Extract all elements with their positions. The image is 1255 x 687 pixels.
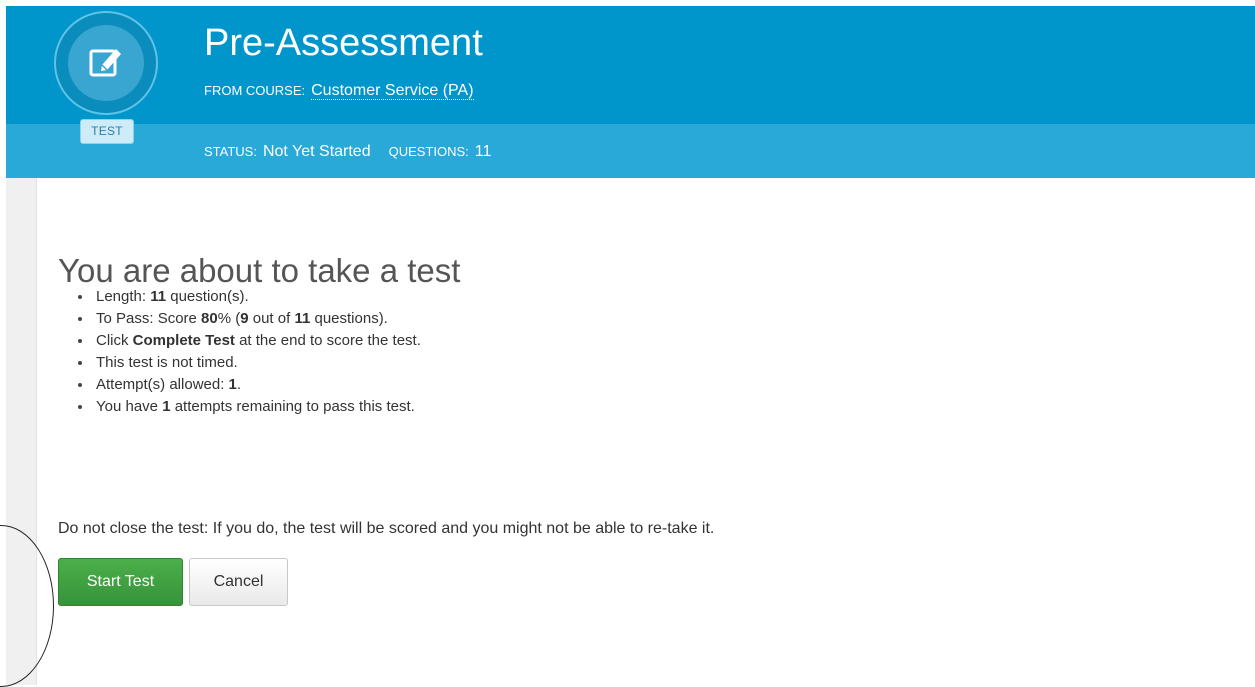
status-value: Not Yet Started (262, 143, 371, 160)
left-sidebar-strip (6, 178, 37, 685)
questions-value: 11 (474, 143, 492, 160)
cancel-button[interactable]: Cancel (189, 558, 288, 606)
instructions-heading: You are about to take a test (58, 252, 461, 290)
test-badge (54, 11, 158, 115)
course-link[interactable]: Customer Service (PA) (311, 82, 474, 100)
from-course-label: FROM COURSE: (204, 83, 306, 98)
list-item: Click Complete Test at the end to score … (78, 330, 421, 352)
page-title: Pre-Assessment (204, 22, 483, 64)
badge-inner-circle (68, 25, 144, 101)
from-course-line: FROM COURSE: Customer Service (PA) (204, 82, 474, 100)
test-type-badge: TEST (80, 119, 134, 144)
start-test-button[interactable]: Start Test (58, 558, 183, 606)
list-item: To Pass: Score 80% (9 out of 11 question… (78, 308, 421, 330)
close-warning-text: Do not close the test: If you do, the te… (58, 520, 715, 537)
status-line: STATUS: Not Yet Started QUESTIONS: 11 (204, 143, 509, 161)
questions-label: QUESTIONS: (388, 144, 469, 159)
list-item: You have 1 attempts remaining to pass th… (78, 396, 421, 418)
status-label: STATUS: (204, 144, 257, 159)
edit-pencil-icon (89, 49, 121, 77)
list-item: This test is not timed. (78, 352, 421, 374)
test-header: TEST Pre-Assessment FROM COURSE: Customer… (6, 6, 1255, 178)
list-item: Attempt(s) allowed: 1. (78, 374, 421, 396)
header-status-band (6, 124, 1255, 178)
header-title-band (6, 6, 1255, 124)
test-info-list: Length: 11 question(s). To Pass: Score 8… (78, 286, 421, 418)
list-item: Length: 11 question(s). (78, 286, 421, 308)
